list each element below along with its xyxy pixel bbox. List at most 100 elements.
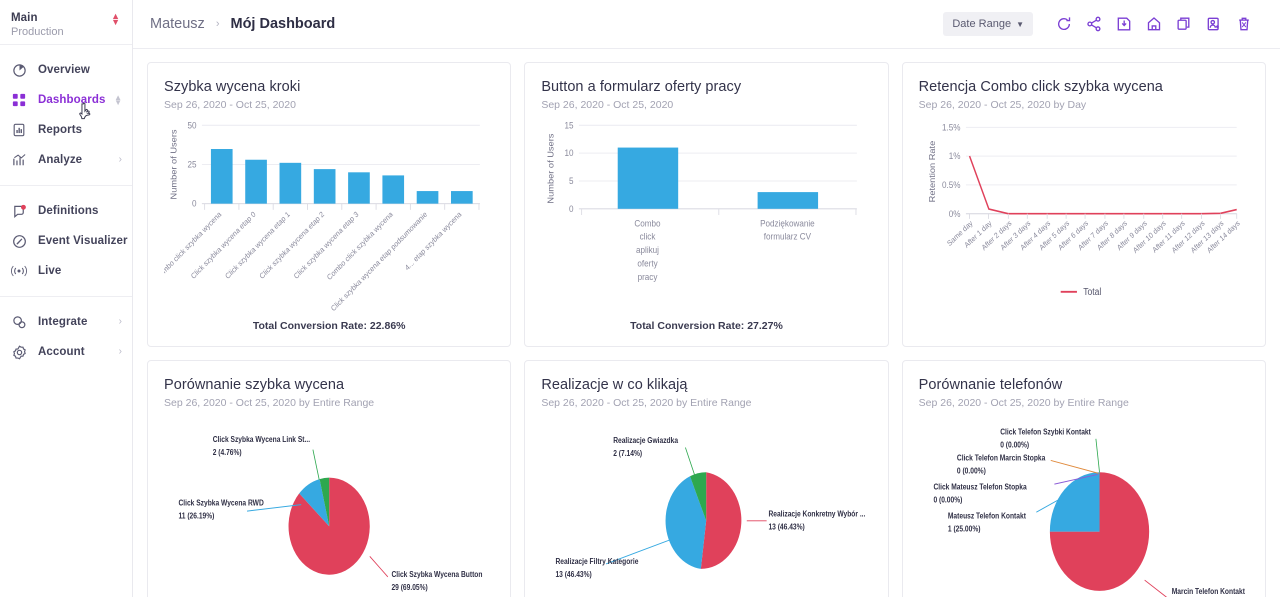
svg-text:formularz CV: formularz CV: [764, 231, 811, 242]
sidebar-item-dashboards[interactable]: Dashboards ▲ ▼: [0, 85, 132, 115]
svg-text:oferty: oferty: [638, 258, 659, 269]
svg-text:Realizacje Konkretny Wybór ...: Realizacje Konkretny Wybór ...: [769, 509, 866, 519]
page-title: Mój Dashboard: [230, 16, 336, 32]
chart-bar-funnel-1: 50 25 0 Number of Users Combo click szyb…: [164, 115, 494, 316]
card-retencja-combo-click[interactable]: Retencja Combo click szybka wycena Sep 2…: [901, 62, 1266, 347]
card-button-formularz-oferty-pracy[interactable]: Button a formularz oferty pracy Sep 26, …: [524, 62, 889, 347]
card-subtitle: Sep 26, 2020 - Oct 25, 2020 by Entire Ra…: [164, 397, 375, 409]
svg-text:Total: Total: [1083, 286, 1101, 297]
svg-text:15: 15: [565, 120, 574, 131]
card-subtitle: Sep 26, 2020 - Oct 25, 2020: [164, 99, 296, 111]
bars: [618, 147, 819, 209]
svg-text:Combo click szybka wycena: Combo click szybka wycena: [325, 209, 395, 282]
svg-text:50: 50: [187, 120, 196, 131]
card-title: Szybka wycena kroki: [164, 79, 301, 95]
card-title: Realizacje w co klikają: [541, 377, 688, 393]
chevron-right-icon[interactable]: ›: [119, 155, 122, 165]
sidebar-item-overview[interactable]: Overview: [0, 55, 132, 85]
workspace-updown-icon[interactable]: ▲ ▼: [111, 12, 120, 27]
card-title: Porównanie telefonów: [918, 377, 1063, 393]
svg-text:0.5%: 0.5%: [942, 179, 961, 190]
sidebar-item-reports[interactable]: Reports: [0, 115, 132, 145]
chevron-right-icon[interactable]: ›: [119, 317, 122, 327]
svg-text:11 (26.19%): 11 (26.19%): [178, 511, 214, 521]
svg-text:0 (0.00%): 0 (0.00%): [933, 495, 962, 505]
svg-text:Podziękowanie: Podziękowanie: [760, 218, 815, 229]
chevron-down-icon: ▼: [1016, 19, 1024, 29]
card-szybka-wycena-kroki[interactable]: Szybka wycena kroki Sep 26, 2020 - Oct 2…: [147, 62, 512, 347]
y-axis-ticks: 50 25 0: [187, 120, 196, 209]
workspace-texts: Main Production: [11, 11, 64, 40]
app-root: Main Production ▲ ▼ Overview Dashboards …: [0, 0, 1280, 597]
card-title: Porównanie szybka wycena: [164, 377, 345, 393]
x-axis-labels: Combo click aplikuj oferty pracy Podzięk…: [635, 218, 815, 282]
top-bar: Mateusz › Mój Dashboard Date Range ▼: [133, 0, 1280, 49]
pie-slices: [665, 472, 742, 569]
svg-text:Number of Users: Number of Users: [547, 133, 556, 204]
grid-icon: [11, 92, 27, 108]
sidebar-item-label: Account: [38, 346, 85, 358]
bars: [210, 149, 473, 204]
svg-text:10: 10: [565, 148, 574, 159]
refresh-icon[interactable]: [1049, 9, 1079, 39]
svg-text:0: 0: [569, 203, 574, 214]
y-axis-ticks: 1.5% 1% 0.5% 0%: [942, 122, 961, 219]
sidebar-item-integrate[interactable]: Integrate ›: [0, 307, 132, 337]
share-icon[interactable]: [1079, 9, 1109, 39]
sidebar-item-label: Dashboards: [38, 94, 106, 106]
trash-icon[interactable]: [1229, 9, 1259, 39]
sidebar-item-label: Analyze: [38, 154, 83, 166]
sidebar-item-label: Reports: [38, 124, 83, 136]
workspace-name: Main: [11, 12, 38, 24]
svg-text:1%: 1%: [948, 151, 960, 162]
card-footer-conversion: Total Conversion Rate: 27.27%: [630, 320, 783, 332]
card-realizacje-w-co-klikaja[interactable]: Realizacje w co klikają Sep 26, 2020 - O…: [524, 360, 889, 597]
sidebar-item-label: Integrate: [38, 316, 88, 328]
card-porownanie-szybka-wycena[interactable]: Porównanie szybka wycena Sep 26, 2020 - …: [147, 360, 512, 597]
breadcrumb-parent[interactable]: Mateusz: [150, 16, 205, 32]
sidebar: Main Production ▲ ▼ Overview Dashboards …: [0, 0, 133, 597]
sidebar-item-live[interactable]: Live: [0, 256, 132, 286]
svg-text:Realizacje Gwiazdka: Realizacje Gwiazdka: [614, 436, 680, 446]
add-user-icon[interactable]: [1199, 9, 1229, 39]
breadcrumb-separator-icon: ›: [215, 18, 220, 30]
card-subtitle: Sep 26, 2020 - Oct 25, 2020 by Entire Ra…: [918, 397, 1129, 409]
x-axis-ticks: [581, 208, 857, 215]
duplicate-icon[interactable]: [1169, 9, 1199, 39]
svg-text:29 (69.05%): 29 (69.05%): [391, 582, 428, 592]
card-porownanie-telefonow[interactable]: Porównanie telefonów Sep 26, 2020 - Oct …: [901, 360, 1266, 597]
x-axis-labels: Same day After 1 day After 2 days After …: [945, 218, 1241, 255]
sidebar-item-analyze[interactable]: Analyze ›: [0, 145, 132, 175]
workspace-selector[interactable]: Main Production ▲ ▼: [0, 0, 132, 45]
svg-text:Mateusz Telefon Kontakt: Mateusz Telefon Kontakt: [948, 511, 1027, 521]
sidebar-item-definitions[interactable]: Definitions: [0, 196, 132, 226]
svg-text:click: click: [640, 231, 656, 242]
live-icon: [11, 263, 27, 279]
sidebar-item-account[interactable]: Account ›: [0, 337, 132, 367]
save-icon[interactable]: [1109, 9, 1139, 39]
svg-text:aplikuj: aplikuj: [636, 245, 659, 256]
main-area: Mateusz › Mój Dashboard Date Range ▼ Szy…: [133, 0, 1280, 597]
chevron-updown-icon[interactable]: ▲ ▼: [114, 94, 122, 107]
svg-text:Number of Users: Number of Users: [169, 129, 178, 200]
sidebar-item-label: Event Visualizer: [38, 235, 128, 247]
event-visualizer-icon: [11, 233, 27, 249]
card-footer-conversion: Total Conversion Rate: 22.86%: [252, 320, 406, 332]
date-range-button[interactable]: Date Range ▼: [943, 12, 1033, 36]
chart-line-retention: 1.5% 1% 0.5% 0% Retention Rate Same day …: [919, 115, 1249, 336]
svg-text:Click Szybka Wycena RWD: Click Szybka Wycena RWD: [178, 498, 263, 508]
svg-text:Marcin Telefon Kontakt: Marcin Telefon Kontakt: [1171, 587, 1245, 597]
sidebar-item-event-visualizer[interactable]: Event Visualizer: [0, 226, 132, 256]
svg-text:1.5%: 1.5%: [942, 122, 961, 133]
svg-text:13 (46.43%): 13 (46.43%): [769, 522, 806, 532]
chart-pie-1: Click Szybka Wycena Link St... 2 (4.76%)…: [164, 413, 494, 597]
chart-bar-funnel-2: 15 10 5 0 Number of Users Combo click ap…: [541, 115, 871, 316]
svg-text:pracy: pracy: [638, 271, 658, 282]
y-axis-ticks: 15 10 5 0: [565, 120, 574, 214]
svg-text:Click szybka wycena etap 3: Click szybka wycena etap 3: [292, 209, 360, 280]
home-icon[interactable]: [1139, 9, 1169, 39]
date-range-label: Date Range: [952, 18, 1012, 30]
card-title: Button a formularz oferty pracy: [541, 79, 742, 95]
chevron-right-icon[interactable]: ›: [119, 347, 122, 357]
workspace-environment: Production: [11, 26, 64, 39]
